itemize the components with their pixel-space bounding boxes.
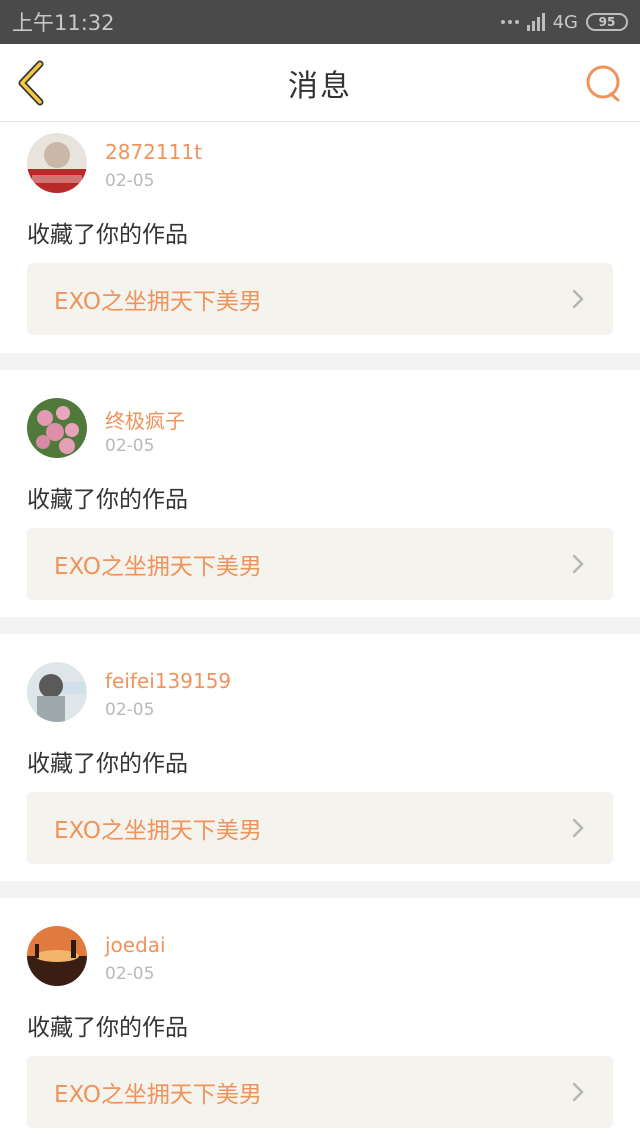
navigation-bar: 消息 [0,44,640,122]
chevron-right-icon [572,554,584,574]
signal-icon [526,13,545,31]
message-date: 02-05 [105,171,155,191]
avatar[interactable] [27,398,87,458]
chevron-right-icon [572,289,584,309]
status-bar: 上午11:32 4G 95 [0,0,640,44]
work-title: EXO之坐拥天下美男 [54,554,262,580]
username[interactable]: feifei139159 [105,669,231,693]
divider [0,353,640,370]
work-title: EXO之坐拥天下美男 [54,818,262,844]
list-item: feifei139159 02-05 收藏了你的作品 EXO之坐拥天下美男 [0,634,640,881]
battery-icon: 95 [586,13,628,31]
work-title: EXO之坐拥天下美男 [54,289,262,315]
page-title: 消息 [288,68,352,104]
username[interactable]: joedai [105,933,166,957]
work-card[interactable]: EXO之坐拥天下美男 [27,263,613,335]
chevron-right-icon [572,1082,584,1102]
work-card[interactable]: EXO之坐拥天下美男 [27,792,613,864]
search-icon [586,65,620,102]
action-text: 收藏了你的作品 [27,751,188,777]
work-card[interactable]: EXO之坐拥天下美男 [27,528,613,600]
chevron-right-icon [572,818,584,838]
status-time: 上午11:32 [12,11,115,35]
list-item: 2872111t 02-05 收藏了你的作品 EXO之坐拥天下美男 [0,123,640,353]
list-item: joedai 02-05 收藏了你的作品 EXO之坐拥天下美男 [0,898,640,1138]
network-type: 4G [552,11,578,33]
avatar[interactable] [27,133,87,193]
avatar[interactable] [27,662,87,722]
action-text: 收藏了你的作品 [27,1015,188,1041]
work-title: EXO之坐拥天下美男 [54,1082,262,1108]
search-button[interactable] [584,63,624,103]
avatar[interactable] [27,926,87,986]
list-item: 终极疯子 02-05 收藏了你的作品 EXO之坐拥天下美男 [0,370,640,617]
work-card[interactable]: EXO之坐拥天下美男 [27,1056,613,1128]
message-date: 02-05 [105,700,155,720]
status-icons: 4G 95 [500,11,628,33]
battery-level: 95 [598,15,616,29]
divider [0,881,640,898]
message-date: 02-05 [105,436,155,456]
action-text: 收藏了你的作品 [27,222,188,248]
divider [0,617,640,634]
back-button[interactable] [14,60,54,106]
username[interactable]: 2872111t [105,140,202,164]
chevron-left-icon [18,60,44,106]
username[interactable]: 终极疯子 [105,405,185,434]
action-text: 收藏了你的作品 [27,487,188,513]
more-dots-icon [500,20,519,24]
message-date: 02-05 [105,964,155,984]
